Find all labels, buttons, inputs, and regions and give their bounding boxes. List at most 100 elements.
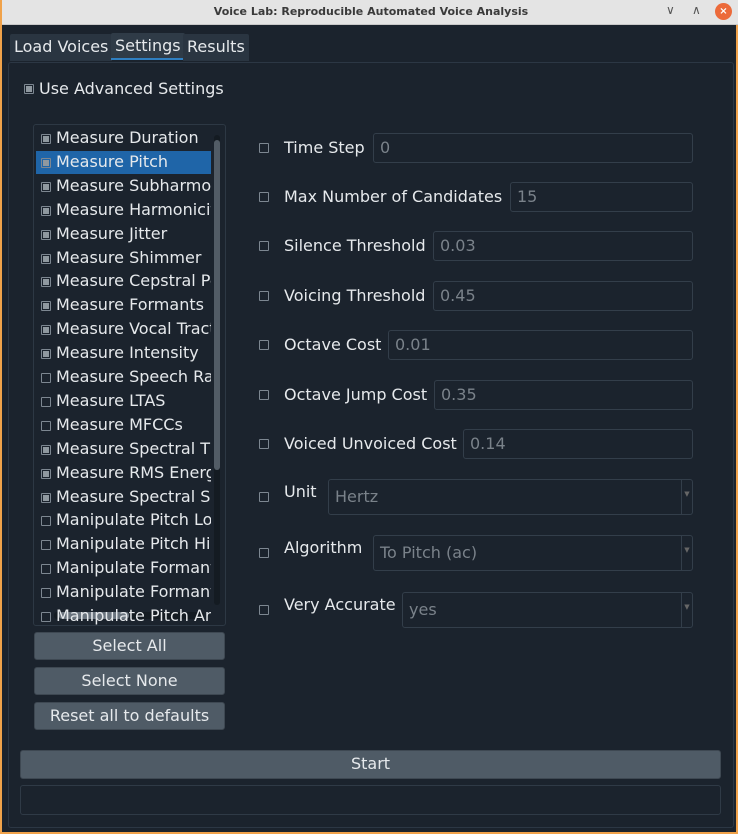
- item-checkbox[interactable]: [41, 325, 51, 336]
- list-item[interactable]: Manipulate Formants Lower: [36, 557, 211, 580]
- setting-input[interactable]: 0.45: [433, 281, 693, 311]
- tab-results[interactable]: Results: [183, 34, 249, 61]
- item-label: Measure Formants: [56, 295, 204, 315]
- list-item[interactable]: Measure Pitch: [36, 150, 211, 174]
- field-value: 0: [380, 138, 391, 157]
- item-label: Measure Spectral Tilt: [56, 438, 211, 458]
- list-item[interactable]: Measure Jitter: [36, 223, 211, 246]
- setting-checkbox[interactable]: [259, 439, 269, 449]
- function-list[interactable]: Measure Duration Measure Pitch Measure Sub…: [33, 124, 226, 626]
- item-checkbox[interactable]: [41, 181, 51, 192]
- setting-label: Max Number of Candidates: [284, 187, 503, 206]
- setting-checkbox[interactable]: [259, 340, 269, 350]
- advanced-settings-checkbox[interactable]: [24, 84, 34, 94]
- item-checkbox[interactable]: [41, 301, 51, 312]
- list-item[interactable]: Measure Harmonicity: [36, 199, 211, 222]
- list-item[interactable]: Manipulate Pitch Lower: [36, 509, 211, 532]
- item-checkbox[interactable]: [41, 588, 51, 599]
- item-checkbox[interactable]: [41, 373, 51, 383]
- reset-defaults-button[interactable]: Reset all to defaults: [34, 702, 225, 730]
- item-checkbox[interactable]: [41, 468, 51, 479]
- item-checkbox[interactable]: [41, 349, 51, 360]
- list-item[interactable]: Manipulate Pitch Higher: [36, 533, 211, 556]
- advanced-settings-label[interactable]: Use Advanced Settings: [39, 79, 224, 98]
- setting-input[interactable]: 0: [373, 133, 693, 163]
- field-value: 0.35: [441, 385, 477, 404]
- setting-checkbox[interactable]: [259, 192, 269, 202]
- scrollbar-thumb[interactable]: [214, 140, 220, 470]
- setting-input[interactable]: 0.03: [433, 231, 693, 261]
- list-item[interactable]: Measure Intensity: [36, 342, 211, 365]
- item-checkbox[interactable]: [41, 134, 51, 144]
- list-item[interactable]: Measure LTAS: [36, 390, 211, 413]
- list-item[interactable]: Measure Duration: [36, 127, 211, 150]
- list-item[interactable]: Measure Speech Rate: [36, 366, 211, 389]
- setting-dropdown[interactable]: To Pitch (ac) ▼: [373, 535, 693, 571]
- setting-input[interactable]: 0.35: [434, 380, 693, 410]
- chevron-down-icon[interactable]: ▼: [681, 536, 692, 570]
- chevron-down-icon[interactable]: ▼: [681, 480, 692, 514]
- list-item[interactable]: Measure MFCCs: [36, 414, 211, 437]
- field-value: To Pitch (ac): [380, 543, 478, 562]
- tab-load-voices[interactable]: Load Voices: [10, 34, 113, 61]
- item-checkbox[interactable]: [41, 492, 51, 503]
- vertical-scrollbar[interactable]: [214, 135, 220, 605]
- window-title: Voice Lab: Reproducible Automated Voice …: [213, 5, 529, 18]
- select-all-button[interactable]: Select All: [34, 632, 225, 660]
- item-label: Manipulate Formants Lower: [56, 558, 211, 578]
- item-label: Manipulate Formants Higher: [56, 582, 211, 602]
- field-value: 15: [517, 187, 538, 206]
- item-label: Measure Speech Rate: [56, 367, 211, 386]
- setting-label: Octave Cost: [284, 335, 382, 354]
- item-label: Measure Jitter: [56, 223, 168, 243]
- list-item[interactable]: Measure Subharmonics: [36, 175, 211, 198]
- setting-checkbox[interactable]: [259, 143, 269, 153]
- list-item[interactable]: Manipulate Formants Higher: [36, 581, 211, 604]
- list-item[interactable]: Measure RMS Energy: [36, 462, 211, 485]
- list-item[interactable]: Measure Spectral Shape: [36, 486, 211, 509]
- item-label: Measure Cepstral Peak Prominence: [56, 271, 211, 291]
- item-checkbox[interactable]: [41, 229, 51, 240]
- list-item[interactable]: Measure Cepstral Peak Prominence: [36, 270, 211, 293]
- item-checkbox[interactable]: [41, 205, 51, 216]
- setting-input[interactable]: 15: [510, 182, 693, 212]
- tab-settings[interactable]: Settings: [111, 33, 185, 60]
- item-checkbox[interactable]: [41, 540, 51, 551]
- chevron-down-icon[interactable]: ▼: [681, 593, 692, 627]
- select-none-button[interactable]: Select None: [34, 667, 225, 695]
- setting-checkbox[interactable]: [259, 390, 269, 400]
- item-checkbox[interactable]: [41, 444, 51, 455]
- setting-checkbox[interactable]: [259, 605, 269, 615]
- item-checkbox[interactable]: [41, 612, 51, 622]
- item-label: Measure Vocal Tract Estimates: [56, 319, 211, 339]
- item-checkbox[interactable]: [41, 516, 51, 527]
- list-item[interactable]: Measure Spectral Tilt: [36, 438, 211, 461]
- item-checkbox[interactable]: [41, 420, 51, 431]
- setting-input[interactable]: 0.14: [463, 429, 693, 459]
- list-item[interactable]: Measure Vocal Tract Estimates: [36, 318, 211, 341]
- close-icon[interactable]: ×: [715, 3, 732, 20]
- setting-dropdown[interactable]: Hertz ▼: [328, 479, 693, 515]
- list-item[interactable]: Measure Shimmer: [36, 247, 211, 270]
- field-value: 0.01: [395, 335, 431, 354]
- item-checkbox[interactable]: [41, 396, 51, 407]
- item-checkbox[interactable]: [41, 253, 51, 264]
- setting-checkbox[interactable]: [259, 492, 269, 502]
- list-item[interactable]: Measure Formants: [36, 294, 211, 317]
- list-item[interactable]: Manipulate Pitch And Formants: [36, 605, 211, 625]
- setting-checkbox[interactable]: [259, 548, 269, 558]
- item-checkbox[interactable]: [41, 277, 51, 288]
- setting-checkbox[interactable]: [259, 291, 269, 301]
- item-label: Measure Shimmer: [56, 247, 202, 267]
- item-checkbox[interactable]: [41, 157, 51, 168]
- setting-dropdown[interactable]: yes ▼: [402, 592, 693, 628]
- setting-input[interactable]: 0.01: [388, 330, 693, 360]
- maximize-icon[interactable]: ∧: [692, 3, 701, 17]
- setting-label: Voiced Unvoiced Cost: [284, 434, 457, 453]
- item-checkbox[interactable]: [41, 564, 51, 575]
- setting-checkbox[interactable]: [259, 241, 269, 251]
- minimize-icon[interactable]: ∨: [666, 3, 675, 17]
- start-button[interactable]: Start: [20, 750, 721, 779]
- item-label: Measure Pitch: [56, 151, 169, 171]
- item-label: Measure MFCCs: [56, 414, 183, 434]
